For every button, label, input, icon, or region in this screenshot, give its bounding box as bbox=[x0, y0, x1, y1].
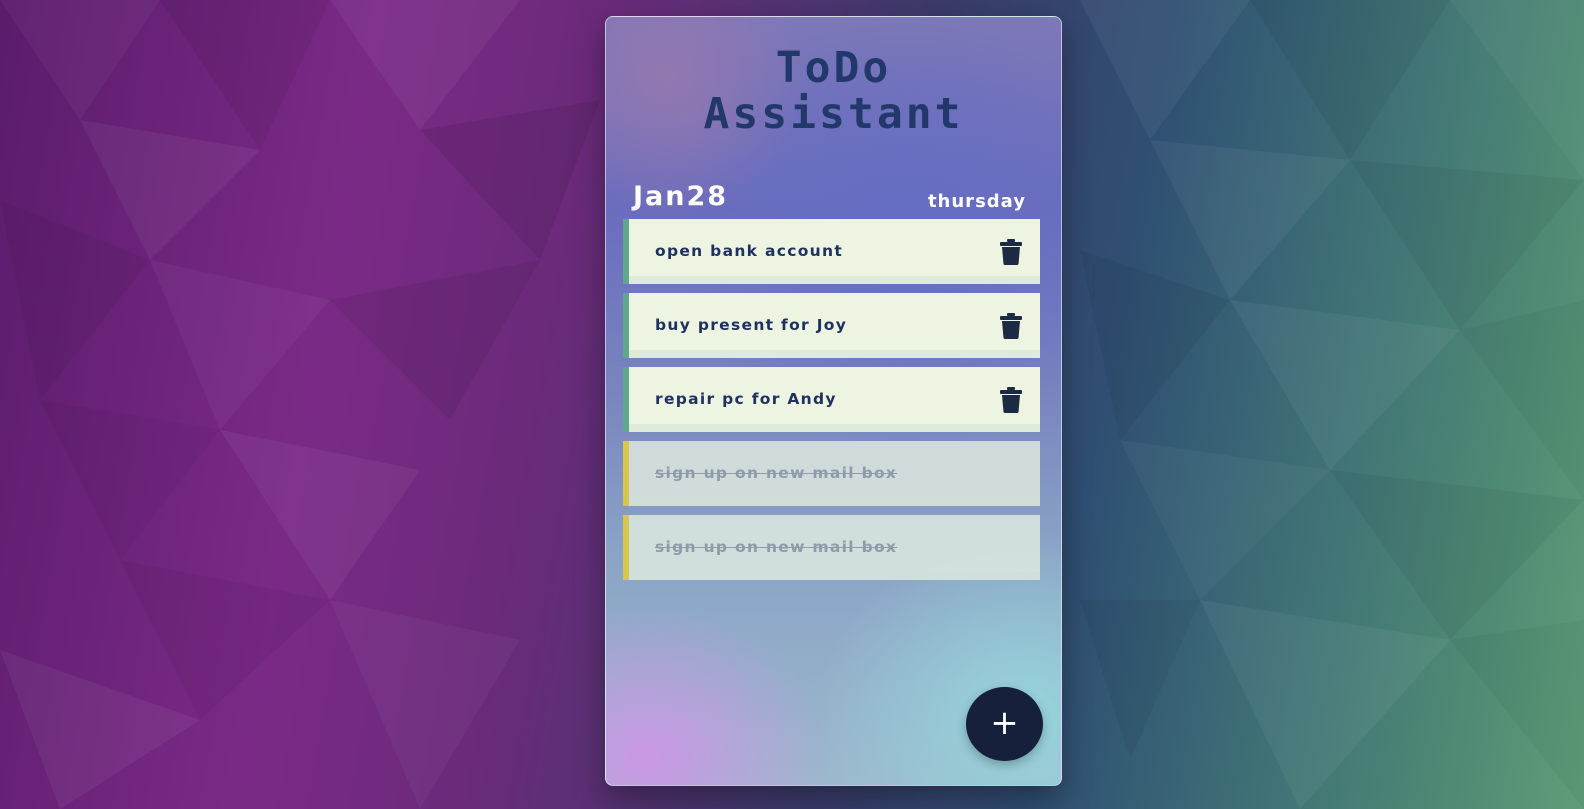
task-list: open bank account buy present for Joy re… bbox=[623, 219, 1040, 589]
trash-icon[interactable] bbox=[1000, 313, 1022, 339]
todo-card: ToDo Assistant Jan28 thursday open bank … bbox=[605, 16, 1062, 786]
task-label: buy present for Joy bbox=[655, 316, 848, 334]
app-title-line2: Assistant bbox=[703, 89, 964, 139]
app-title-line1: ToDo bbox=[775, 43, 892, 93]
date-label: Jan28 bbox=[633, 181, 729, 212]
trash-icon[interactable] bbox=[1000, 239, 1022, 265]
task-label: open bank account bbox=[655, 242, 844, 260]
add-task-button[interactable]: + bbox=[966, 687, 1043, 761]
task-item-completed[interactable]: sign up on new mail box bbox=[623, 441, 1040, 506]
task-label: repair pc for Andy bbox=[655, 390, 837, 408]
task-item[interactable]: repair pc for Andy bbox=[623, 367, 1040, 432]
trash-icon[interactable] bbox=[1000, 387, 1022, 413]
task-label: sign up on new mail box bbox=[655, 538, 898, 556]
app-title: ToDo Assistant bbox=[606, 45, 1061, 137]
weekday-label: thursday bbox=[927, 191, 1026, 212]
task-item-completed[interactable]: sign up on new mail box bbox=[623, 515, 1040, 580]
task-item[interactable]: open bank account bbox=[623, 219, 1040, 284]
task-item[interactable]: buy present for Joy bbox=[623, 293, 1040, 358]
task-label: sign up on new mail box bbox=[655, 464, 898, 482]
date-header: Jan28 thursday bbox=[633, 177, 1026, 217]
